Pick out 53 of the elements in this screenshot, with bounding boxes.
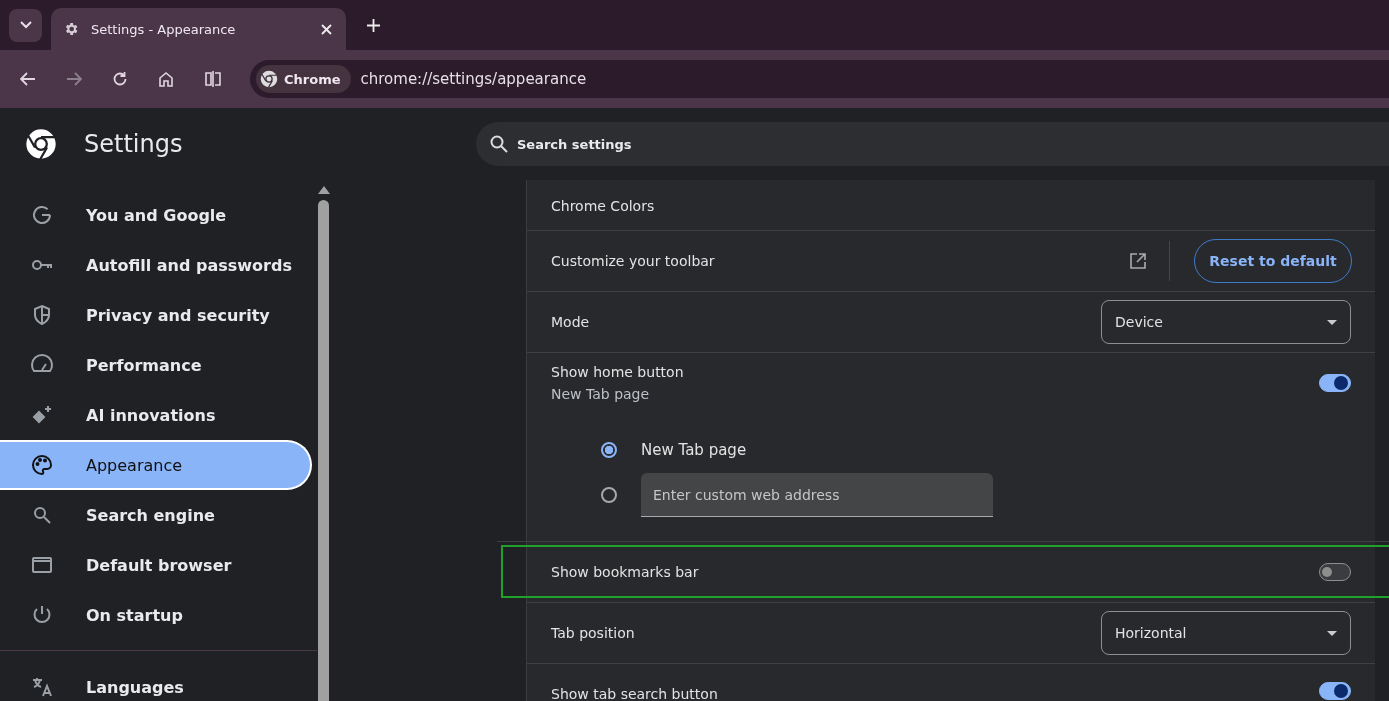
chrome-logo-icon — [260, 70, 278, 88]
input-field[interactable]: Enter custom web address — [641, 473, 993, 517]
palette-icon — [30, 453, 54, 477]
scrollbar-thumb[interactable] — [318, 200, 329, 701]
setting-label: Show home button — [551, 364, 685, 380]
scroll-up-arrow-icon[interactable] — [317, 186, 330, 194]
setting-label: Chrome Colors — [551, 198, 656, 214]
toggle-switch[interactable] — [1319, 374, 1351, 392]
sidebar-item[interactable]: Search engine — [0, 490, 312, 540]
sidebar-item[interactable]: You and Google — [0, 190, 312, 240]
setting-label: Mode — [551, 314, 591, 330]
site-chip[interactable]: Chrome — [256, 65, 351, 93]
google-g-icon — [30, 203, 54, 227]
caret-icon — [1327, 630, 1337, 636]
back-arrow-icon[interactable] — [20, 72, 36, 86]
toggle-switch[interactable] — [1319, 563, 1351, 581]
setting-label: Show bookmarks bar — [551, 564, 700, 580]
setting-label: Tab position — [551, 625, 636, 641]
forward-arrow-icon[interactable] — [66, 72, 82, 86]
caret-icon — [1327, 319, 1337, 325]
setting-label: Show tab search button — [551, 686, 719, 701]
sidebar-item[interactable]: AI innovations — [0, 390, 312, 440]
sidebar-item[interactable]: Autofill and passwords — [0, 240, 312, 290]
search-field[interactable]: Search settings — [476, 122, 1389, 166]
close-icon[interactable] — [321, 23, 332, 35]
chrome-logo-icon — [25, 128, 57, 160]
radio-button[interactable] — [601, 442, 617, 458]
gear-icon — [63, 21, 79, 37]
radio-button[interactable] — [601, 487, 617, 503]
split-view-icon[interactable] — [204, 70, 222, 88]
dropdown[interactable]: Device — [1101, 300, 1351, 344]
toggle-switch[interactable] — [1319, 682, 1351, 700]
sidebar-item[interactable]: Languages — [0, 662, 312, 701]
dropdown[interactable]: Horizontal — [1101, 611, 1351, 655]
page-title: Settings — [84, 130, 184, 158]
reload-icon[interactable] — [112, 71, 128, 87]
sidebar-item[interactable]: Privacy and security — [0, 290, 312, 340]
browser-tab[interactable]: Settings - Appearance — [51, 8, 346, 50]
sidebar-item[interactable]: On startup — [0, 590, 312, 640]
sidebar-item[interactable]: Performance — [0, 340, 312, 390]
option-label: New Tab page — [641, 441, 747, 459]
setting-sublabel: New Tab page — [551, 386, 651, 402]
address-bar[interactable]: Chrome chrome://settings/appearance — [250, 60, 1389, 98]
sidebar-item[interactable]: Default browser — [0, 540, 312, 590]
chevron-down-icon — [19, 21, 32, 29]
external-link-icon[interactable] — [1129, 252, 1147, 270]
translate-icon — [30, 675, 54, 699]
new-tab-icon[interactable] — [367, 18, 380, 32]
sidebar-item[interactable]: Appearance — [0, 440, 312, 490]
setting-label: Customize your toolbar — [551, 253, 716, 269]
home-icon[interactable] — [158, 71, 174, 87]
url-text: chrome://settings/appearance — [360, 70, 587, 88]
tab-list-button[interactable] — [9, 8, 42, 42]
